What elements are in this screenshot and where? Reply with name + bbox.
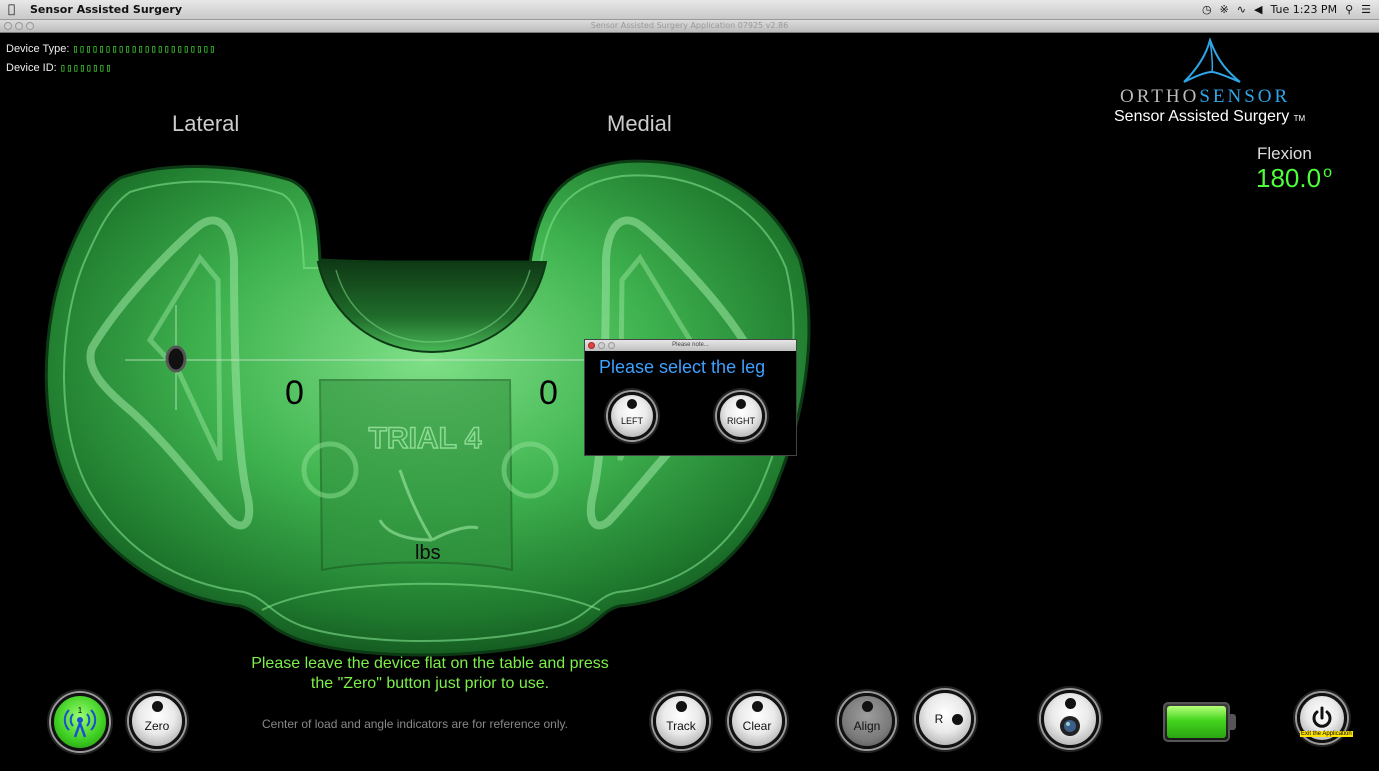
zero-button[interactable]: Zero	[129, 693, 185, 749]
power-icon	[1312, 706, 1332, 728]
battery-indicator	[1163, 702, 1236, 742]
exit-tooltip: Exit the Application	[1300, 731, 1353, 737]
battery-fill	[1167, 706, 1226, 738]
trial-label: TRIAL 4	[369, 422, 482, 455]
medial-load-value: 0	[539, 374, 558, 412]
reference-disclaimer: Center of load and angle indicators are …	[262, 717, 568, 731]
leg-select-dialog: Please note... Please select the leg LEF…	[584, 339, 797, 456]
lateral-load-value: 0	[285, 374, 304, 412]
r-button[interactable]: R	[916, 690, 974, 748]
align-button[interactable]: Align	[839, 693, 895, 749]
zero-instructions: Please leave the device flat on the tabl…	[251, 655, 609, 692]
load-unit-label: lbs	[415, 542, 441, 564]
right-leg-button[interactable]: RIGHT	[717, 392, 765, 440]
dialog-title: Please note...	[672, 342, 709, 348]
left-leg-button[interactable]: LEFT	[608, 392, 656, 440]
dialog-prompt: Please select the leg	[599, 357, 766, 377]
wireless-connect-button[interactable]: 1	[51, 693, 109, 751]
svg-text:1: 1	[78, 706, 83, 715]
camera-button[interactable]	[1041, 690, 1099, 748]
track-button[interactable]: Track	[653, 693, 709, 749]
dialog-titlebar: Please note...	[585, 340, 796, 351]
clear-button[interactable]: Clear	[729, 693, 785, 749]
camera-lens-icon	[1060, 716, 1080, 736]
wireless-antenna-icon: 1	[63, 706, 97, 738]
center-of-load-marker	[165, 345, 187, 373]
